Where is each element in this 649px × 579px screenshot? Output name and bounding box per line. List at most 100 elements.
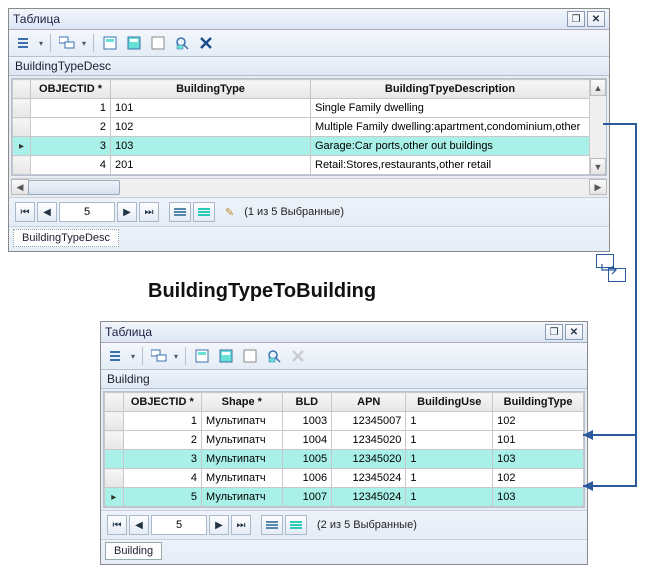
dropdown-icon[interactable]: ▾ — [80, 39, 88, 48]
table-row[interactable]: 3103Garage:Car ports,other out buildings — [13, 137, 590, 156]
prev-record-button[interactable]: ◀ — [37, 202, 57, 222]
switch-selection-button[interactable] — [123, 32, 145, 54]
scroll-thumb[interactable] — [28, 180, 120, 195]
row-selector[interactable] — [105, 469, 124, 488]
cell-shape[interactable]: Мультипатч — [202, 488, 283, 507]
cell-objectid[interactable]: 1 — [31, 99, 111, 118]
scroll-up-icon[interactable]: ▲ — [590, 79, 606, 96]
cell-objectid[interactable]: 3 — [123, 450, 201, 469]
cell-objectid[interactable]: 1 — [123, 412, 201, 431]
row-selector[interactable] — [13, 156, 31, 175]
table-row[interactable]: 4Мультипатч1006123450241102 — [105, 469, 584, 488]
clear-selection-button[interactable] — [147, 32, 169, 54]
show-selected-records-button[interactable] — [285, 515, 307, 535]
cell-shape[interactable]: Мультипатч — [202, 469, 283, 488]
cell-objectid[interactable]: 3 — [31, 137, 111, 156]
scroll-right-icon[interactable]: ▶ — [589, 179, 607, 195]
scroll-down-icon[interactable]: ▼ — [590, 158, 606, 175]
cell-buildingtype[interactable]: 102 — [111, 118, 311, 137]
column-header[interactable]: OBJECTID * — [31, 80, 111, 99]
cell-bld[interactable]: 1006 — [282, 469, 332, 488]
cell-apn[interactable]: 12345024 — [332, 469, 406, 488]
table-row[interactable]: 2102Multiple Family dwelling:apartment,c… — [13, 118, 590, 137]
record-position-input[interactable] — [151, 515, 207, 535]
delete-button[interactable] — [195, 32, 217, 54]
first-record-button[interactable]: ⏮ — [15, 202, 35, 222]
cell-objectid[interactable]: 2 — [31, 118, 111, 137]
cell-buildingtype[interactable]: 102 — [493, 469, 584, 488]
column-header[interactable]: BuildingType — [493, 393, 584, 412]
select-by-attributes-button[interactable] — [191, 345, 213, 367]
table-row[interactable]: 5Мультипатч1007123450241103 — [105, 488, 584, 507]
cell-bld[interactable]: 1007 — [282, 488, 332, 507]
cell-apn[interactable]: 12345020 — [332, 431, 406, 450]
row-selector[interactable] — [105, 431, 124, 450]
column-header[interactable]: BuildingTpyeDescription — [311, 80, 590, 99]
cell-buildingtype[interactable]: 103 — [493, 450, 584, 469]
cell-description[interactable]: Multiple Family dwelling:apartment,condo… — [311, 118, 590, 137]
switch-selection-button[interactable] — [215, 345, 237, 367]
table-tab[interactable]: Building — [105, 542, 162, 560]
dropdown-icon[interactable]: ▾ — [129, 352, 137, 361]
row-selector[interactable] — [105, 488, 124, 507]
column-header[interactable]: OBJECTID * — [123, 393, 201, 412]
cell-objectid[interactable]: 2 — [123, 431, 201, 450]
row-selector-header[interactable] — [105, 393, 124, 412]
column-header[interactable]: BLD — [282, 393, 332, 412]
vertical-scrollbar[interactable]: ▲ ▼ — [589, 79, 606, 175]
cell-buildingtype[interactable]: 102 — [493, 412, 584, 431]
cell-description[interactable]: Single Family dwelling — [311, 99, 590, 118]
cell-buildinguse[interactable]: 1 — [406, 431, 493, 450]
next-record-button[interactable]: ▶ — [209, 515, 229, 535]
cell-objectid[interactable]: 4 — [123, 469, 201, 488]
table-row[interactable]: 4201Retail:Stores,restaurants,other reta… — [13, 156, 590, 175]
dropdown-icon[interactable]: ▾ — [37, 39, 45, 48]
column-header[interactable]: APN — [332, 393, 406, 412]
cell-buildinguse[interactable]: 1 — [406, 450, 493, 469]
column-header[interactable]: BuildingUse — [406, 393, 493, 412]
table-options-button[interactable] — [105, 345, 127, 367]
close-button[interactable]: ✕ — [587, 11, 605, 27]
zoom-selected-button[interactable] — [263, 345, 285, 367]
cell-apn[interactable]: 12345024 — [332, 488, 406, 507]
clear-selection-button[interactable] — [239, 345, 261, 367]
cell-shape[interactable]: Мультипатч — [202, 412, 283, 431]
column-header[interactable]: Shape * — [202, 393, 283, 412]
dropdown-icon[interactable]: ▾ — [172, 352, 180, 361]
cell-buildingtype[interactable]: 103 — [493, 488, 584, 507]
related-tables-button[interactable] — [148, 345, 170, 367]
scroll-left-icon[interactable]: ◀ — [11, 179, 29, 195]
first-record-button[interactable]: ⏮ — [107, 515, 127, 535]
record-position-input[interactable] — [59, 202, 115, 222]
last-record-button[interactable]: ⏭ — [139, 202, 159, 222]
table-row[interactable]: 3Мультипатч1005123450201103 — [105, 450, 584, 469]
cell-buildingtype[interactable]: 201 — [111, 156, 311, 175]
close-button[interactable]: ✕ — [565, 324, 583, 340]
zoom-selected-button[interactable] — [171, 32, 193, 54]
data-grid[interactable]: OBJECTID * BuildingType BuildingTpyeDesc… — [12, 79, 590, 175]
cell-buildingtype[interactable]: 103 — [111, 137, 311, 156]
related-tables-button[interactable] — [56, 32, 78, 54]
next-record-button[interactable]: ▶ — [117, 202, 137, 222]
table-options-button[interactable] — [13, 32, 35, 54]
column-header[interactable]: BuildingType — [111, 80, 311, 99]
row-selector[interactable] — [105, 412, 124, 431]
cell-description[interactable]: Retail:Stores,restaurants,other retail — [311, 156, 590, 175]
select-by-attributes-button[interactable] — [99, 32, 121, 54]
row-selector[interactable] — [105, 450, 124, 469]
row-selector-header[interactable] — [13, 80, 31, 99]
table-row[interactable]: 1Мультипатч1003123450071102 — [105, 412, 584, 431]
table-row[interactable]: 1101Single Family dwelling — [13, 99, 590, 118]
data-grid[interactable]: OBJECTID * Shape * BLD APN BuildingUse B… — [104, 392, 584, 507]
row-selector[interactable] — [13, 99, 31, 118]
prev-record-button[interactable]: ◀ — [129, 515, 149, 535]
cell-buildinguse[interactable]: 1 — [406, 469, 493, 488]
cell-buildingtype[interactable]: 101 — [111, 99, 311, 118]
cell-buildinguse[interactable]: 1 — [406, 412, 493, 431]
table-tab[interactable]: BuildingTypeDesc — [13, 229, 119, 247]
cell-apn[interactable]: 12345020 — [332, 450, 406, 469]
restore-button[interactable]: ❐ — [545, 324, 563, 340]
restore-button[interactable]: ❐ — [567, 11, 585, 27]
cell-description[interactable]: Garage:Car ports,other out buildings — [311, 137, 590, 156]
last-record-button[interactable]: ⏭ — [231, 515, 251, 535]
